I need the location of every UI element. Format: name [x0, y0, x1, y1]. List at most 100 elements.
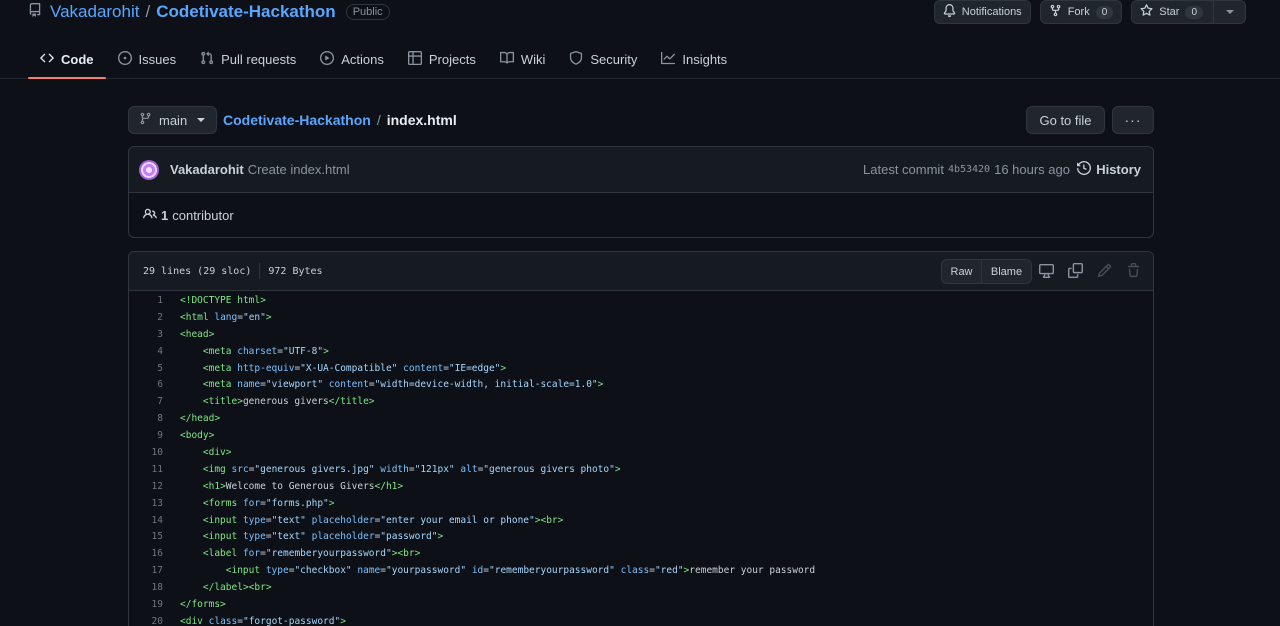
more-options-button[interactable]: ··· [1112, 106, 1154, 134]
latest-commit-label: Latest commit [863, 162, 944, 177]
line-number[interactable]: 11 [129, 464, 163, 475]
line-number[interactable]: 9 [129, 430, 163, 441]
line-number[interactable]: 2 [129, 312, 163, 323]
repo-actions: Notifications Fork 0 Star 0 [933, 0, 1246, 24]
tab-code[interactable]: Code [28, 40, 106, 79]
line-number[interactable]: 10 [129, 447, 163, 458]
line-number[interactable]: 7 [129, 396, 163, 407]
branch-name: main [159, 112, 188, 128]
line-number[interactable]: 1 [129, 295, 163, 306]
line-number[interactable]: 15 [129, 531, 163, 542]
line-number[interactable]: 3 [129, 329, 163, 340]
line-number[interactable]: 4 [129, 346, 163, 357]
star-label: Star [1159, 6, 1180, 18]
breadcrumb: Codetivate-Hackathon / index.html [223, 106, 457, 134]
contributors-row[interactable]: 1 contributor [129, 193, 1153, 237]
line-number[interactable]: 5 [129, 363, 163, 374]
line-number[interactable]: 6 [129, 379, 163, 390]
line-content: <div> [202, 446, 232, 458]
contributors-label: contributor [172, 208, 234, 223]
desktop-icon[interactable] [1039, 263, 1054, 281]
code-icon [40, 51, 54, 68]
line-content: <input type="checkbox" name="yourpasswor… [225, 565, 816, 577]
line-content: </label><br> [202, 582, 272, 594]
git-branch-icon [139, 112, 152, 128]
file-size: 972 Bytes [268, 265, 323, 277]
star-button[interactable]: Star 0 [1131, 0, 1214, 24]
repo-name-link[interactable]: Codetivate-Hackathon [156, 2, 335, 22]
code-line: 11 <img src="generous givers.jpg" width=… [129, 461, 1153, 478]
avatar[interactable] [139, 159, 159, 180]
file-info-divider [259, 263, 261, 279]
line-number[interactable]: 16 [129, 548, 163, 559]
line-content: <meta charset="UTF-8"> [202, 345, 329, 357]
line-number[interactable]: 12 [129, 481, 163, 492]
repo-title-separator: / [145, 2, 151, 21]
line-number[interactable]: 17 [129, 565, 163, 576]
commit-author-link[interactable]: Vakadarohit [170, 162, 244, 177]
raw-button[interactable]: Raw [941, 259, 982, 284]
code-line: 15 <input type="text" placeholder="passw… [129, 528, 1153, 545]
repo-icon [28, 2, 44, 22]
trash-icon[interactable] [1126, 263, 1141, 281]
commit-message-link[interactable]: Create index.html [248, 162, 350, 177]
line-content: <!DOCTYPE html> [180, 294, 266, 306]
branch-selector[interactable]: main [128, 106, 217, 134]
shield-icon [569, 50, 583, 68]
line-number[interactable]: 20 [129, 616, 163, 626]
code-line: 4 <meta charset="UTF-8"> [129, 343, 1153, 360]
go-to-file-button[interactable]: Go to file [1026, 106, 1105, 134]
code-line: 10 <div> [129, 444, 1153, 461]
code-line: 7 <title>generous givers</title> [129, 393, 1153, 410]
tab-insights[interactable]: Insights [649, 40, 739, 78]
repo-title: Vakadarohit / Codetivate-Hackathon Publi… [28, 1, 390, 23]
line-number[interactable]: 13 [129, 498, 163, 509]
issue-icon [117, 50, 132, 68]
tab-label: Projects [428, 51, 476, 67]
tab-wiki[interactable]: Wiki [488, 40, 558, 78]
line-content: <meta name="viewport" content="width=dev… [202, 379, 604, 391]
star-list-dropdown[interactable] [1214, 0, 1246, 24]
copy-icon[interactable] [1068, 263, 1083, 281]
code-line: 16 <label for="rememberyourpassword"><br… [129, 545, 1153, 562]
code-line: 1 <!DOCTYPE html> [129, 292, 1153, 309]
tab-label: Insights [682, 51, 728, 67]
fork-count: 0 [1095, 5, 1114, 19]
line-content: <title>generous givers</title> [202, 396, 375, 408]
repo-tabs: Code Issues Pull requests Actions Projec… [28, 40, 739, 79]
file-header: 29 lines (29 sloc) 972 Bytes Raw Blame [129, 252, 1153, 291]
history-link[interactable]: History [1077, 160, 1141, 178]
tab-security[interactable]: Security [557, 40, 649, 78]
code-line: 13 <forms for="forms.php"> [129, 495, 1153, 512]
breadcrumb-file-name: index.html [386, 112, 457, 128]
star-icon [1140, 4, 1153, 20]
breadcrumb-repo-link[interactable]: Codetivate-Hackathon [223, 112, 371, 128]
tab-pull-requests[interactable]: Pull requests [188, 40, 308, 78]
tab-actions[interactable]: Actions [308, 40, 396, 78]
star-button-group: Star 0 [1131, 0, 1246, 24]
tab-projects[interactable]: Projects [396, 40, 488, 78]
code-line: 8 </head> [129, 410, 1153, 427]
kebab-horizontal-icon: ··· [1124, 112, 1142, 128]
file-lines-info: 29 lines (29 sloc) [143, 265, 252, 277]
blame-button[interactable]: Blame [982, 259, 1032, 284]
code-line: 14 <input type="text" placeholder="enter… [129, 512, 1153, 529]
line-number[interactable]: 8 [129, 413, 163, 424]
line-content: <forms for="forms.php"> [202, 497, 335, 509]
tab-label: Pull requests [221, 51, 297, 67]
history-label: History [1096, 162, 1141, 177]
line-number[interactable]: 14 [129, 515, 163, 526]
line-content: <head> [180, 328, 215, 340]
line-number[interactable]: 18 [129, 582, 163, 593]
line-number[interactable]: 19 [129, 599, 163, 610]
fork-button[interactable]: Fork 0 [1039, 0, 1123, 24]
tab-issues[interactable]: Issues [106, 40, 189, 78]
code-line: 12 <h1>Welcome to Generous Givers</h1> [129, 478, 1153, 495]
notifications-button[interactable]: Notifications [933, 0, 1031, 24]
pencil-icon[interactable] [1097, 263, 1112, 281]
code-line: 5 <meta http-equiv="X-UA-Compatible" con… [129, 360, 1153, 377]
commit-sha-link[interactable]: 4b53420 [948, 164, 990, 175]
repo-owner-link[interactable]: Vakadarohit [50, 2, 139, 22]
chevron-down-icon [197, 118, 206, 122]
commit-time: 16 hours ago [994, 162, 1070, 177]
